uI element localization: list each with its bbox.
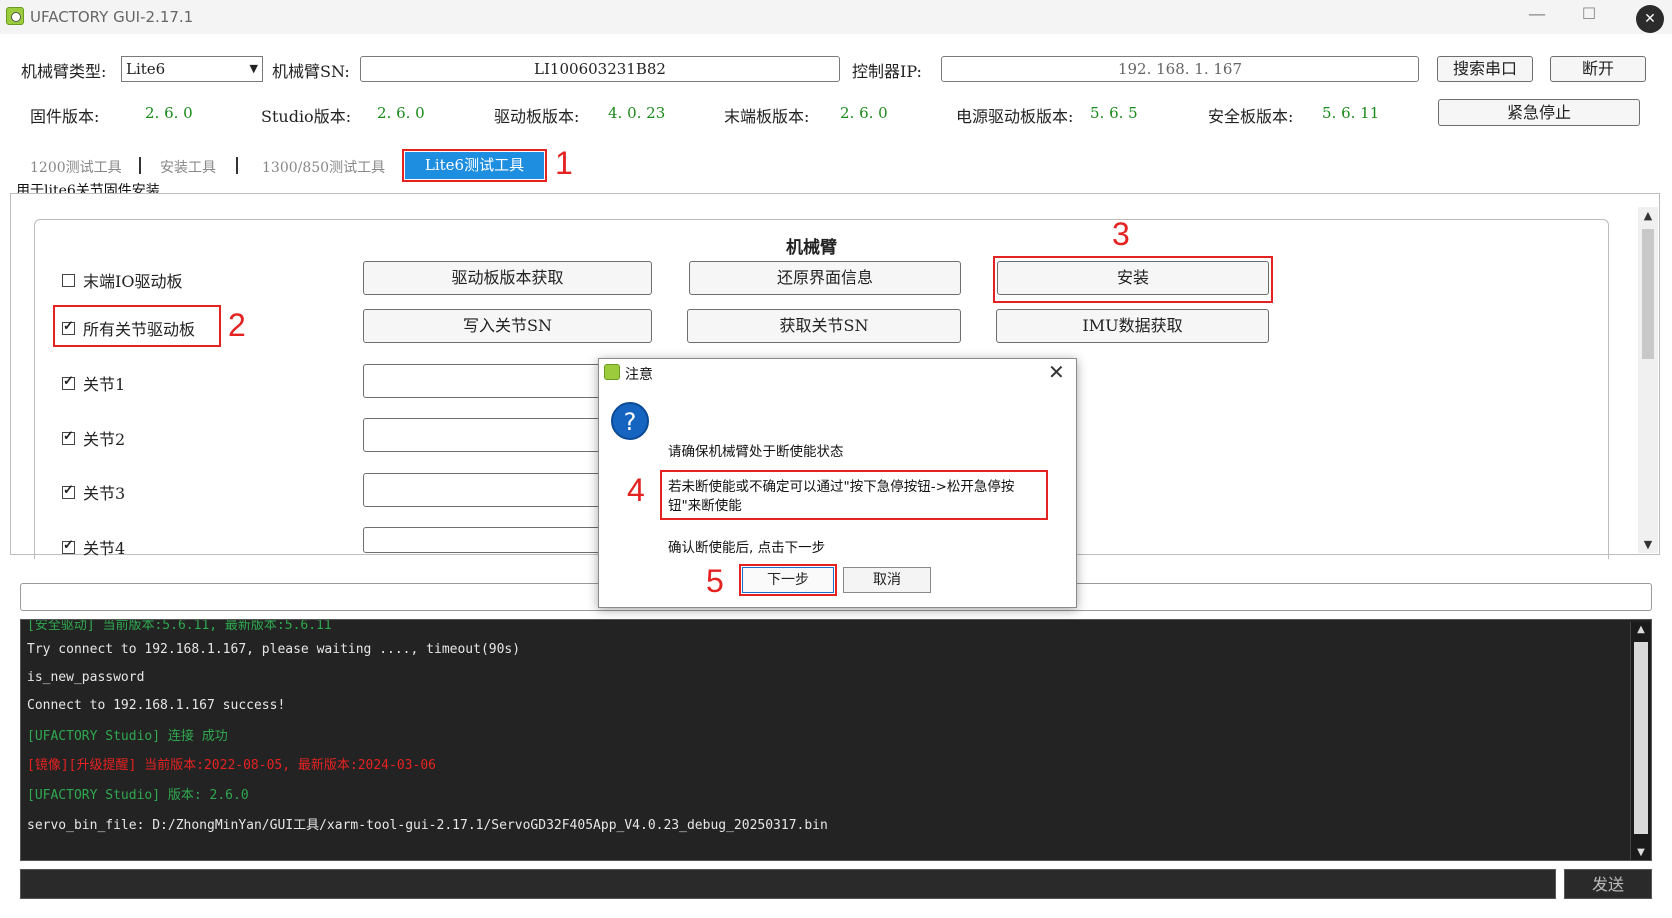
annotation-number-4: 4: [627, 472, 645, 508]
disconnect-button[interactable]: 断开: [1550, 56, 1646, 82]
write-joint-sn-button[interactable]: 写入关节SN: [363, 309, 652, 343]
log-line: [UFACTORY Studio] 版本: 2.6.0: [27, 788, 249, 803]
studio-label: Studio版本:: [261, 107, 352, 126]
checkbox-joint-4[interactable]: 关节4: [62, 535, 125, 559]
get-driver-version-button[interactable]: 驱动板版本获取: [363, 261, 652, 295]
cancel-button[interactable]: 取消: [843, 567, 931, 593]
get-joint-sn-button[interactable]: 获取关节SN: [687, 309, 961, 343]
log-line: Connect to 192.168.1.167 success!: [27, 698, 286, 713]
dropdown-arrow-icon: ▼: [249, 62, 258, 75]
log-line: [安全驱动] 当前版本:5.6.11, 最新版本:5.6.11: [27, 619, 332, 633]
scrollbar-thumb[interactable]: [1642, 229, 1654, 359]
tab-separator: [139, 157, 141, 174]
dialog-app-icon: [604, 364, 620, 380]
joint-1-field[interactable]: [363, 364, 603, 398]
checkbox-box: [62, 273, 75, 287]
controller-ip-field[interactable]: 192. 168. 1. 167: [941, 56, 1419, 82]
dialog-title: 注意: [625, 367, 653, 383]
driver-label: 驱动板版本:: [494, 107, 580, 126]
checkbox-label: 关节3: [83, 484, 126, 503]
joint-3-field[interactable]: [363, 473, 603, 507]
restore-ui-button[interactable]: 还原界面信息: [689, 261, 961, 295]
checkbox-box: [62, 483, 75, 499]
tab-1200-test[interactable]: 1200测试工具: [30, 157, 122, 177]
tab-install-tools[interactable]: 安装工具: [160, 157, 216, 177]
tab-separator: [236, 157, 238, 174]
annotation-number-1: 1: [555, 145, 573, 181]
annotation-number-3: 3: [1112, 216, 1130, 252]
emergency-stop-button[interactable]: 紧急停止: [1438, 99, 1640, 126]
studio-value: 2. 6. 0: [377, 104, 425, 122]
dialog-message-3: 确认断使能后, 点击下一步: [668, 540, 826, 556]
firmware-value: 2. 6. 0: [145, 104, 193, 122]
checkbox-joint-2[interactable]: 关节2: [62, 426, 125, 450]
log-scrollbar[interactable]: ▲ ▼: [1630, 622, 1650, 860]
minimize-icon[interactable]: —: [1526, 4, 1548, 28]
annotation-box-5: [739, 564, 837, 596]
controller-ip-label: 控制器IP:: [852, 62, 922, 81]
annotation-box-2: [53, 305, 221, 347]
annotation-number-5: 5: [706, 563, 724, 599]
checkbox-label: 关节2: [83, 430, 126, 449]
close-window-icon[interactable]: ✕: [1636, 5, 1664, 33]
safety-board-label: 安全板版本:: [1208, 107, 1294, 126]
dialog-message-1: 请确保机械臂处于断使能状态: [668, 444, 844, 460]
command-input[interactable]: [20, 869, 1556, 899]
checkbox-label: 末端IO驱动板: [83, 272, 183, 291]
power-board-label: 电源驱动板版本:: [956, 107, 1074, 126]
checkbox-box: [62, 429, 75, 445]
annotation-box-1: [402, 149, 547, 182]
send-button[interactable]: 发送: [1564, 869, 1652, 899]
scroll-down-icon[interactable]: ▼: [1638, 538, 1658, 551]
app-logo-icon: [6, 7, 24, 25]
log-line: Try connect to 192.168.1.167, please wai…: [27, 642, 521, 657]
checkbox-end-io-board[interactable]: 末端IO驱动板: [62, 268, 182, 292]
log-console: [安全驱动] 当前版本:5.6.11, 最新版本:5.6.11 Try conn…: [20, 619, 1652, 861]
group-title: 机械臂: [786, 238, 837, 258]
safety-board-value: 5. 6. 11: [1322, 104, 1380, 122]
annotation-number-2: 2: [228, 307, 246, 343]
panel-scrollbar[interactable]: ▲ ▼: [1638, 207, 1658, 553]
log-line: [镜像][升级提醒] 当前版本:2022-08-05, 最新版本:2024-03…: [27, 758, 436, 773]
endboard-value: 2. 6. 0: [840, 104, 888, 122]
checkbox-box: [62, 538, 75, 554]
checkbox-joint-3[interactable]: 关节3: [62, 480, 125, 504]
tab-1300-850-test[interactable]: 1300/850测试工具: [262, 157, 385, 177]
firmware-label: 固件版本:: [30, 107, 100, 126]
arm-sn-field[interactable]: LI100603231B82: [360, 56, 840, 82]
scrollbar-thumb[interactable]: [1634, 642, 1648, 834]
checkbox-box: [62, 374, 75, 390]
arm-type-select[interactable]: Lite6 ▼: [121, 56, 263, 82]
arm-type-value: Lite6: [126, 60, 166, 78]
power-board-value: 5. 6. 5: [1090, 104, 1138, 122]
arm-type-label: 机械臂类型:: [21, 62, 107, 81]
joint-4-field[interactable]: [363, 527, 603, 553]
imu-data-button[interactable]: IMU数据获取: [996, 309, 1269, 343]
checkbox-label: 关节4: [83, 539, 126, 558]
scroll-down-icon[interactable]: ▼: [1631, 847, 1651, 858]
question-icon: ?: [611, 402, 649, 440]
scroll-up-icon[interactable]: ▲: [1631, 624, 1651, 635]
checkbox-joint-1[interactable]: 关节1: [62, 371, 125, 395]
annotation-box-4: [660, 470, 1048, 520]
checkbox-label: 关节1: [83, 375, 126, 394]
search-serial-button[interactable]: 搜索串口: [1437, 56, 1533, 82]
scroll-up-icon[interactable]: ▲: [1638, 209, 1658, 222]
log-line: servo_bin_file: D:/ZhongMinYan/GUI工具/xar…: [27, 818, 828, 833]
endboard-label: 末端板版本:: [724, 107, 810, 126]
log-line: [UFACTORY Studio] 连接 成功: [27, 729, 228, 744]
arm-sn-label: 机械臂SN:: [272, 62, 350, 81]
title-bar: [0, 0, 1672, 34]
maximize-icon[interactable]: ☐: [1578, 4, 1600, 28]
window-title: UFACTORY GUI-2.17.1: [30, 8, 194, 26]
joint-2-field[interactable]: [363, 418, 603, 452]
driver-value: 4. 0. 23: [608, 104, 666, 122]
dialog-close-icon[interactable]: ✕: [1048, 360, 1065, 384]
annotation-box-3: [993, 256, 1273, 303]
log-line: is_new_password: [27, 670, 145, 685]
